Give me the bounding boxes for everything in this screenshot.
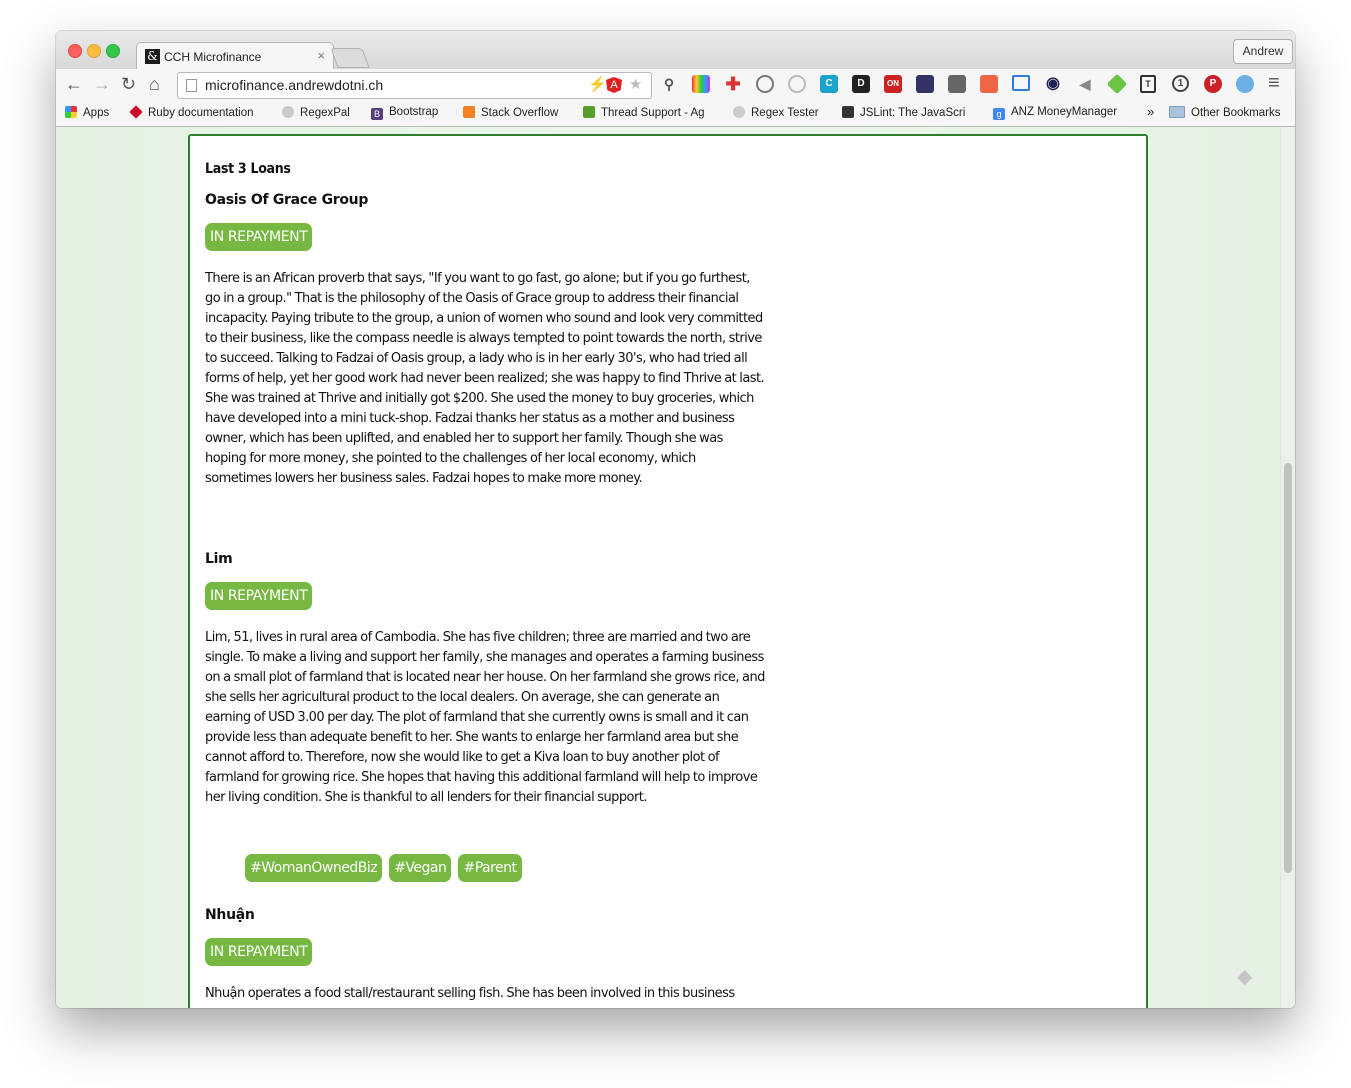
angular-icon[interactable]: A	[606, 77, 622, 93]
loan-name: Oasis Of Grace Group	[205, 192, 369, 208]
eye-icon[interactable]: ◉	[1044, 75, 1062, 93]
loan-description: There is an African proverb that says, "…	[205, 271, 765, 486]
bookmark-regex-tester[interactable]: Regex Tester	[733, 106, 819, 119]
profile-button[interactable]: Andrew	[1233, 39, 1293, 64]
bookmark-ruby-documentation[interactable]: Ruby documentation	[129, 105, 253, 119]
minimize-window-button[interactable]	[87, 44, 101, 58]
zoom-window-button[interactable]	[106, 44, 120, 58]
back-icon[interactable]: ←	[65, 74, 83, 94]
tag-parent[interactable]: #Parent	[458, 854, 522, 882]
home-icon[interactable]: ⌂	[149, 74, 160, 94]
text-icon[interactable]: T	[1140, 75, 1156, 93]
reload-icon[interactable]: ↻	[121, 74, 136, 94]
bookmark-jslint[interactable]: JSLint: The JavaScri	[842, 106, 965, 119]
bookmark-other-bookmarks[interactable]: Other Bookmarks	[1169, 106, 1280, 119]
feedly-extension-icon[interactable]	[1106, 73, 1128, 95]
tab-cch-microfinance[interactable]: & CCH Microfinance ×	[136, 42, 334, 71]
on-extension-icon[interactable]: ON	[884, 75, 902, 93]
tab-close-icon[interactable]: ×	[317, 48, 325, 63]
bookmark-apps[interactable]: Apps	[65, 106, 109, 119]
ruby-icon	[129, 105, 143, 119]
browser-window: & CCH Microfinance × Andrew ← → ↻ ⌂ micr…	[56, 31, 1295, 1008]
tag-vegan[interactable]: #Vegan	[389, 854, 452, 882]
status-badge: IN REPAYMENT	[205, 223, 313, 251]
bookmark-anz-moneymanager[interactable]: g ANZ MoneyManager	[993, 106, 1117, 120]
magnifier-icon[interactable]: ⚲	[660, 75, 678, 93]
tag-list: #WomanOwnedBiz #Vegan #Parent	[245, 854, 524, 882]
power-icon[interactable]	[788, 75, 806, 93]
bookmark-regexpal[interactable]: RegexPal	[282, 106, 350, 119]
blue-circle-icon[interactable]	[1236, 75, 1254, 93]
bookmark-thread-support[interactable]: Thread Support - Ag	[583, 106, 705, 119]
grid-extension-icon[interactable]	[916, 75, 934, 93]
feedly-float-icon[interactable]: ◆	[1237, 967, 1257, 987]
evernote-icon[interactable]	[948, 75, 966, 93]
bootstrap-icon: B	[371, 108, 383, 120]
loan-name: Lim	[205, 551, 233, 567]
forward-icon[interactable]: →	[93, 74, 111, 94]
menu-icon[interactable]: ≡	[1268, 73, 1280, 93]
red-cross-icon[interactable]: ✚	[724, 75, 742, 93]
loan-name: Nhuận	[205, 907, 255, 923]
regexpal-icon	[282, 106, 294, 118]
address-bar[interactable]: microfinance.andrewdotni.ch ⚡ A ★	[177, 72, 652, 99]
c-extension-icon[interactable]: C	[820, 75, 838, 93]
status-badge: IN REPAYMENT	[205, 582, 313, 610]
bookmark-stack-overflow[interactable]: Stack Overflow	[463, 106, 558, 119]
bookmarks-overflow-button[interactable]: »	[1147, 104, 1154, 119]
toolbar: ← → ↻ ⌂ microfinance.andrewdotni.ch ⚡ A …	[56, 69, 1295, 101]
d-extension-icon[interactable]: D	[852, 75, 870, 93]
speed-icon[interactable]	[756, 75, 774, 93]
bookmarks-bar: Apps Ruby documentation RegexPal B Bootst…	[56, 101, 1295, 127]
close-window-button[interactable]	[68, 44, 82, 58]
page-viewport: Last 3 Loans Oasis Of Grace Group IN REP…	[56, 127, 1295, 1008]
thread-support-icon	[583, 106, 595, 118]
title-bar: & CCH Microfinance × Andrew	[56, 31, 1295, 71]
page-icon	[186, 79, 197, 92]
color-picker-icon[interactable]	[692, 75, 710, 93]
tab-title: CCH Microfinance	[164, 50, 262, 64]
loan-description: Lim, 51, lives in rural area of Cambodia…	[205, 630, 765, 805]
bookmark-bootstrap[interactable]: B Bootstrap	[371, 106, 438, 120]
orange-extension-icon[interactable]	[980, 75, 998, 93]
stack-overflow-icon	[463, 106, 475, 118]
folder-icon	[1169, 106, 1185, 118]
screenshot-icon[interactable]	[1012, 75, 1030, 91]
google-icon: g	[993, 108, 1005, 120]
pinterest-icon[interactable]: P	[1204, 75, 1222, 93]
url-text: microfinance.andrewdotni.ch	[205, 77, 384, 93]
loans-card: Last 3 Loans Oasis Of Grace Group IN REP…	[188, 134, 1148, 1008]
new-tab-button[interactable]	[330, 48, 370, 68]
tag-woman-owned-biz[interactable]: #WomanOwnedBiz	[245, 854, 383, 882]
apps-grid-icon	[65, 106, 77, 118]
scrollbar-thumb[interactable]	[1284, 463, 1292, 873]
audio-icon[interactable]: ◀	[1076, 75, 1094, 93]
bolt-icon[interactable]: ⚡	[588, 76, 607, 94]
regex-tester-icon	[733, 106, 745, 118]
onepassword-icon[interactable]: 1	[1172, 75, 1189, 92]
jslint-icon	[842, 106, 854, 118]
section-title: Last 3 Loans	[205, 161, 291, 177]
loan-description: Nhuận operates a food stall/restaurant s…	[205, 986, 735, 1001]
status-badge: IN REPAYMENT	[205, 938, 313, 966]
bookmark-star-icon[interactable]: ★	[629, 76, 642, 94]
site-favicon-icon: &	[145, 49, 160, 64]
